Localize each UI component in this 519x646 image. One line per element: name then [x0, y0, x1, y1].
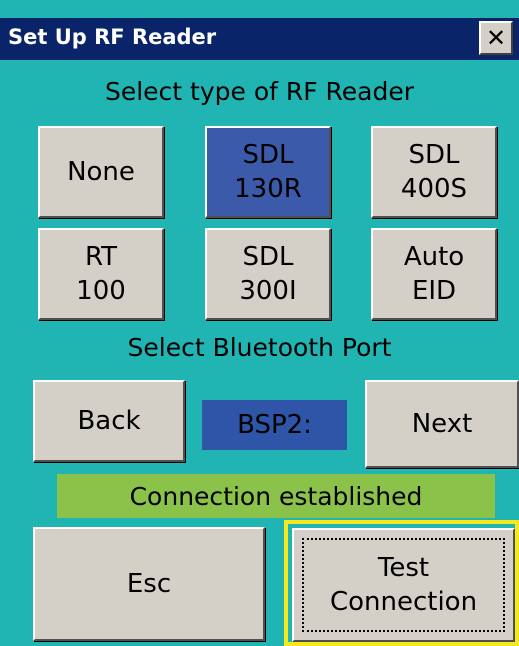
test-connection-button[interactable]: Test Connection [292, 528, 515, 642]
close-button[interactable]: ✕ [479, 21, 513, 55]
reader-option-sdl-130r[interactable]: SDL 130R [205, 126, 331, 218]
reader-option-sdl-300i[interactable]: SDL 300I [205, 228, 331, 320]
test-connection-label: Test Connection [329, 553, 478, 617]
back-button[interactable]: Back [33, 380, 185, 462]
title-bar: Set Up RF Reader ✕ [0, 18, 519, 60]
reader-option-rt-100[interactable]: RT 100 [38, 228, 164, 320]
window-title: Set Up RF Reader [8, 25, 217, 49]
bluetooth-port-label: Select Bluetooth Port [127, 333, 392, 362]
esc-button[interactable]: Esc [33, 527, 265, 641]
test-connection-focus-frame: Test Connection [284, 520, 519, 646]
reader-type-label: Select type of RF Reader [104, 77, 415, 106]
rf-reader-setup-window: Set Up RF Reader ✕ Select type of RF Rea… [0, 0, 519, 646]
reader-option-auto-eid[interactable]: Auto EID [371, 228, 497, 320]
reader-option-none[interactable]: None [38, 126, 164, 218]
close-icon: ✕ [485, 24, 507, 52]
bluetooth-port-value: BSP2: [202, 400, 347, 450]
connection-status: Connection established [57, 474, 495, 518]
next-button[interactable]: Next [365, 380, 519, 468]
reader-option-sdl-400s[interactable]: SDL 400S [371, 126, 497, 218]
